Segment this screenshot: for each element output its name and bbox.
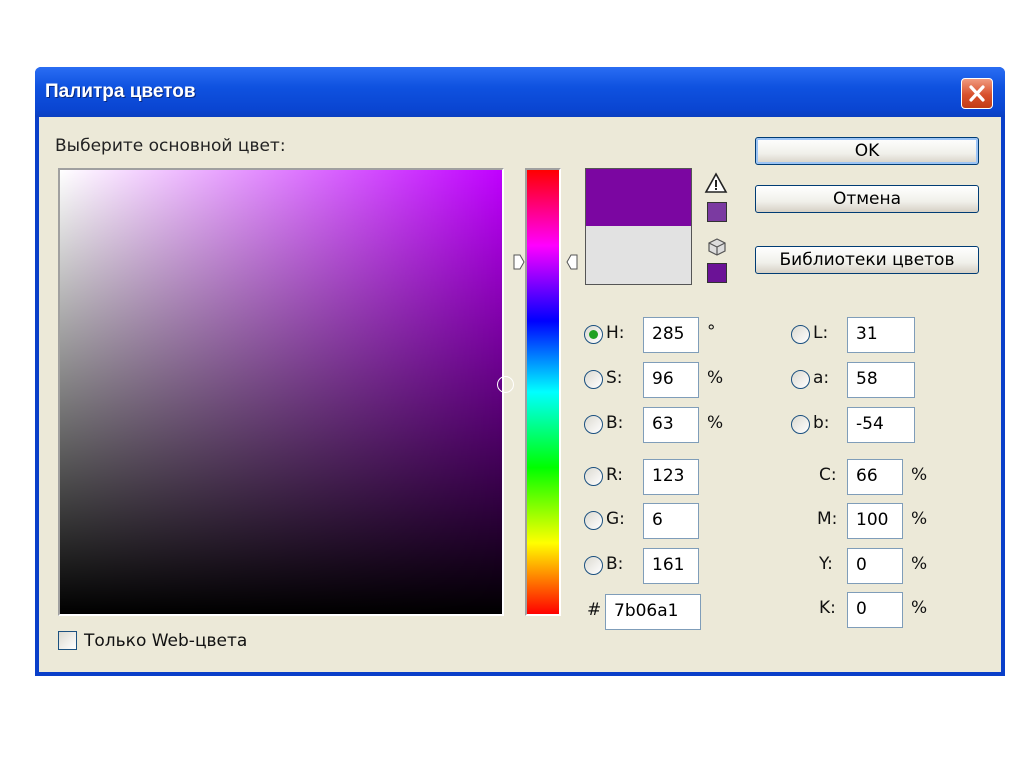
lab-b-input[interactable]: -54	[847, 407, 915, 443]
brightness-input[interactable]: 63	[643, 407, 699, 443]
cancel-button[interactable]: Отмена	[755, 185, 979, 213]
yellow-unit: %	[911, 554, 928, 574]
radio-lab-b[interactable]	[791, 415, 810, 434]
hue-slider-right-arrow[interactable]	[566, 254, 578, 270]
color-field-marker[interactable]	[497, 376, 514, 393]
close-icon	[969, 85, 985, 102]
lab-l-label: L:	[813, 323, 829, 343]
yellow-label: Y:	[819, 554, 833, 574]
red-label: R:	[606, 465, 624, 485]
hue-slider-bar[interactable]	[525, 168, 561, 616]
color-libraries-button[interactable]: Библиотеки цветов	[755, 246, 979, 274]
cyan-input[interactable]: 66	[847, 459, 903, 495]
hue-unit: °	[707, 322, 716, 342]
window-title: Палитра цветов	[45, 81, 196, 102]
title-bar[interactable]: Палитра цветов	[35, 67, 1005, 117]
new-color-swatch	[585, 168, 692, 227]
radio-red[interactable]	[584, 467, 603, 486]
web-colors-only-checkbox[interactable]	[58, 631, 77, 650]
radio-saturation[interactable]	[584, 370, 603, 389]
magenta-label: M:	[817, 509, 838, 529]
hue-input[interactable]: 285	[643, 317, 699, 353]
yellow-input[interactable]: 0	[847, 548, 903, 584]
web-colors-only-label: Только Web-цвета	[84, 631, 248, 651]
lab-b-label: b:	[813, 413, 830, 433]
dialog-body: Выберите основной цвет: OK Отмена Библио…	[39, 117, 1001, 672]
green-label: G:	[606, 509, 625, 529]
lab-a-input[interactable]: 58	[847, 362, 915, 398]
magenta-input[interactable]: 100	[847, 503, 903, 539]
out-of-gamut-warning-icon[interactable]	[704, 172, 728, 194]
radio-lab-a[interactable]	[791, 370, 810, 389]
black-input[interactable]: 0	[847, 592, 903, 628]
radio-lab-l[interactable]	[791, 325, 810, 344]
lab-l-input[interactable]: 31	[847, 317, 915, 353]
hex-input[interactable]: 7b06a1	[605, 594, 701, 630]
current-color-swatch[interactable]	[585, 226, 692, 285]
green-input[interactable]: 6	[643, 503, 699, 539]
radio-green[interactable]	[584, 511, 603, 530]
color-picker-dialog: Палитра цветов Выберите основной цвет: O…	[35, 67, 1005, 676]
cyan-label: C:	[819, 465, 837, 485]
blue-label: B:	[606, 554, 624, 574]
gamut-color-swatch[interactable]	[707, 202, 727, 222]
close-button[interactable]	[961, 78, 993, 109]
red-input[interactable]: 123	[643, 459, 699, 495]
cyan-unit: %	[911, 465, 928, 485]
radio-hue[interactable]	[584, 325, 603, 344]
color-field[interactable]	[58, 168, 514, 616]
radio-brightness[interactable]	[584, 415, 603, 434]
ok-button[interactable]: OK	[755, 137, 979, 165]
black-label: K:	[819, 598, 836, 618]
black-unit: %	[911, 598, 928, 618]
blue-input[interactable]: 161	[643, 548, 699, 584]
web-safe-cube-icon[interactable]	[707, 237, 727, 257]
hue-slider-left-arrow[interactable]	[513, 254, 525, 270]
pick-color-label: Выберите основной цвет:	[55, 136, 286, 156]
brightness-unit: %	[707, 413, 724, 433]
radio-blue[interactable]	[584, 556, 603, 575]
saturation-input[interactable]: 96	[643, 362, 699, 398]
web-safe-color-swatch[interactable]	[707, 263, 727, 283]
hue-label: H:	[606, 323, 625, 343]
hex-label: #	[587, 600, 602, 620]
saturation-label: S:	[606, 368, 623, 388]
magenta-unit: %	[911, 509, 928, 529]
saturation-unit: %	[707, 368, 724, 388]
lab-a-label: a:	[813, 368, 830, 388]
brightness-label: B:	[606, 413, 624, 433]
